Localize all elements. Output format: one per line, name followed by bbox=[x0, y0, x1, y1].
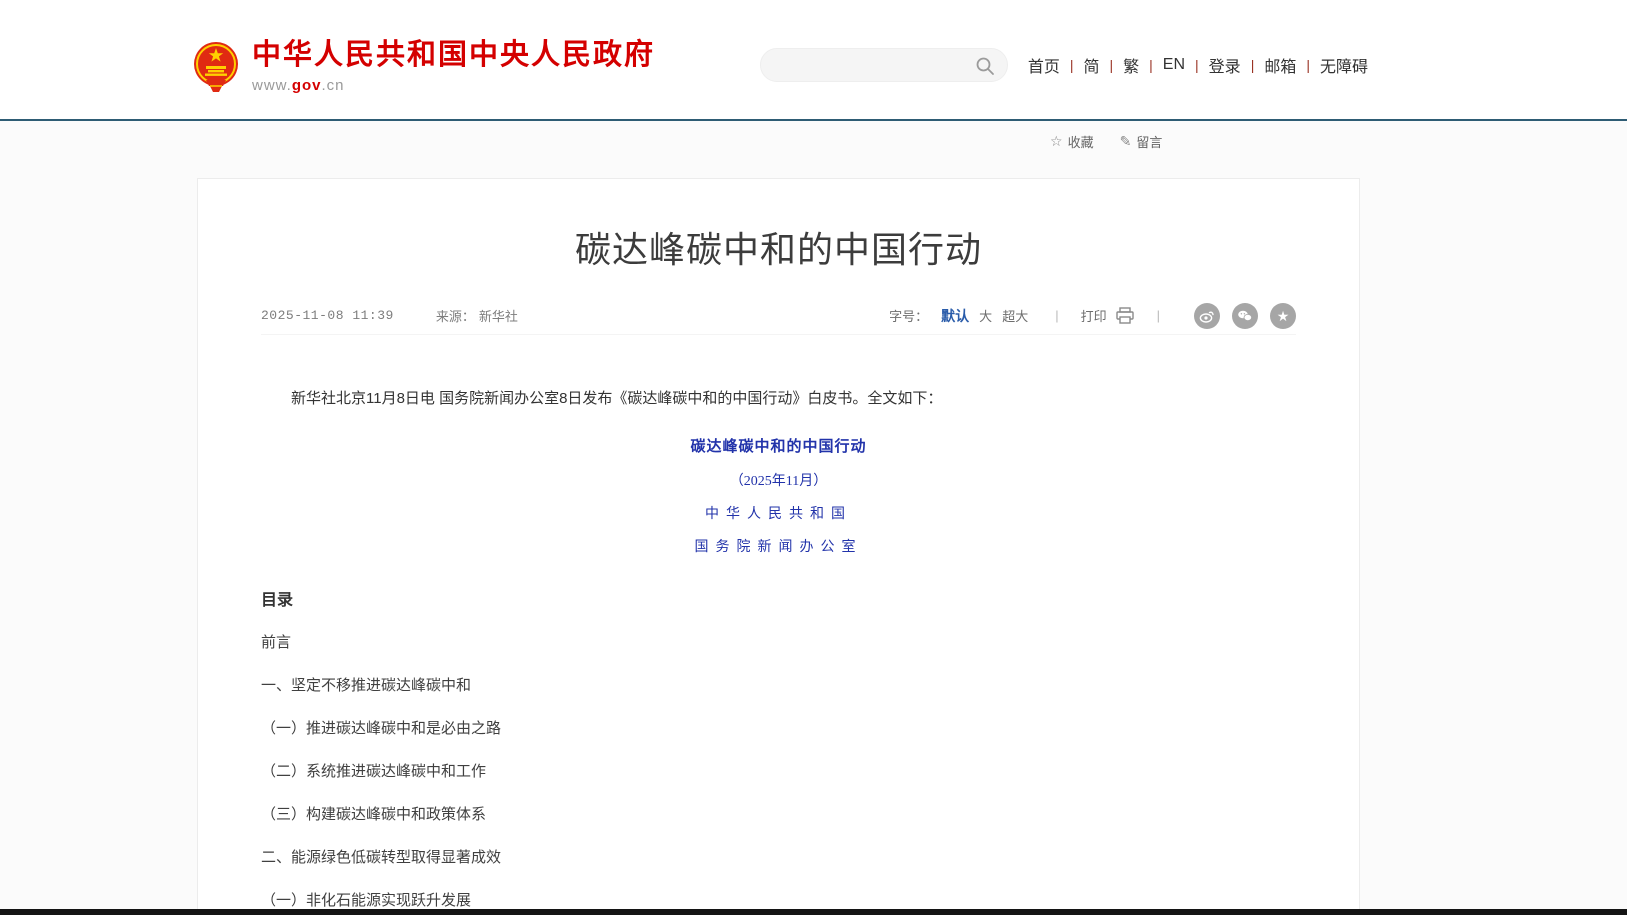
url-prefix: www. bbox=[252, 77, 292, 94]
article-title: 碳达峰碳中和的中国行动 bbox=[198, 221, 1359, 273]
nav-separator: | bbox=[1149, 57, 1153, 73]
favorite-button[interactable]: ☆ 收藏 bbox=[1050, 132, 1094, 151]
nav-separator: | bbox=[1251, 57, 1255, 73]
message-label: 留言 bbox=[1136, 132, 1162, 151]
lead-paragraph: 新华社北京11月8日电 国务院新闻办公室8日发布《碳达峰碳中和的中国行动》白皮书… bbox=[261, 387, 1296, 411]
source-label: 来源： bbox=[436, 306, 475, 325]
font-size-default-button[interactable]: 默认 bbox=[941, 306, 969, 326]
pencil-icon: ✎ bbox=[1120, 133, 1132, 150]
divider: | bbox=[1055, 308, 1058, 323]
toc-item-1-3[interactable]: （三）构建碳达峰碳中和政策体系 bbox=[261, 804, 1296, 826]
article-meta-row: 2025-11-08 11:39 来源： 新华社 字号： 默认 大 超大 | 打… bbox=[261, 309, 1296, 335]
message-button[interactable]: ✎ 留言 bbox=[1120, 132, 1163, 151]
top-nav: 首页 | 简 | 繁 | EN | 登录 | 邮箱 | 无障碍 bbox=[1026, 53, 1370, 77]
print-label: 打印 bbox=[1081, 306, 1107, 325]
weibo-icon bbox=[1199, 308, 1215, 324]
document-heading: 碳达峰碳中和的中国行动 （2025年11月） 中华人民共和国 国务院新闻办公室 bbox=[198, 435, 1359, 556]
nav-home[interactable]: 首页 bbox=[1026, 53, 1062, 77]
header-right: 首页 | 简 | 繁 | EN | 登录 | 邮箱 | 无障碍 bbox=[760, 48, 1370, 82]
document-title: 碳达峰碳中和的中国行动 bbox=[198, 435, 1359, 456]
site-title: 中华人民共和国中央人民政府 bbox=[252, 40, 655, 72]
nav-separator: | bbox=[1306, 57, 1310, 73]
site-header: 中华人民共和国中央人民政府 www.gov.cn 首页 | 简 | 繁 | EN bbox=[0, 0, 1627, 121]
search-input[interactable] bbox=[777, 49, 967, 81]
publish-date: 2025-11-08 11:39 bbox=[261, 308, 394, 323]
search-icon[interactable] bbox=[975, 56, 995, 76]
article-meta-right: 字号： 默认 大 超大 | 打印 | bbox=[889, 303, 1296, 329]
nav-separator: | bbox=[1070, 57, 1074, 73]
font-size-xlarge-button[interactable]: 超大 bbox=[1002, 306, 1028, 325]
table-of-contents: 前言 一、坚定不移推进碳达峰碳中和 （一）推进碳达峰碳中和是必由之路 （二）系统… bbox=[261, 632, 1296, 912]
article-card: 碳达峰碳中和的中国行动 2025-11-08 11:39 来源： 新华社 字号：… bbox=[197, 178, 1360, 915]
favorite-label: 收藏 bbox=[1068, 132, 1094, 151]
toc-item-1[interactable]: 一、坚定不移推进碳达峰碳中和 bbox=[261, 675, 1296, 697]
star-icon: ★ bbox=[1277, 309, 1290, 323]
search-box[interactable] bbox=[760, 48, 1008, 82]
quick-links: ☆ 收藏 ✎ 留言 bbox=[1050, 132, 1188, 151]
brand-text: 中华人民共和国中央人民政府 www.gov.cn bbox=[252, 40, 655, 94]
nav-traditional[interactable]: 繁 bbox=[1121, 53, 1141, 77]
document-org-line2: 国务院新闻办公室 bbox=[198, 536, 1359, 556]
article-meta-left: 2025-11-08 11:39 来源： 新华社 bbox=[261, 306, 518, 325]
font-size-label: 字号： bbox=[889, 306, 928, 325]
nav-separator: | bbox=[1195, 57, 1199, 73]
nav-english[interactable]: EN bbox=[1161, 56, 1187, 74]
star-outline-icon: ☆ bbox=[1050, 133, 1063, 150]
toc-item-1-2[interactable]: （二）系统推进碳达峰碳中和工作 bbox=[261, 761, 1296, 783]
site-url[interactable]: www.gov.cn bbox=[252, 77, 655, 94]
divider: | bbox=[1157, 308, 1160, 323]
document-date: （2025年11月） bbox=[198, 470, 1359, 490]
print-button[interactable]: 打印 bbox=[1081, 306, 1135, 325]
toc-title: 目录 bbox=[261, 586, 1296, 610]
document-org-line1: 中华人民共和国 bbox=[198, 503, 1359, 523]
national-emblem-logo bbox=[192, 40, 240, 98]
toc-item-2[interactable]: 二、能源绿色低碳转型取得显著成效 bbox=[261, 847, 1296, 869]
page: 中华人民共和国中央人民政府 www.gov.cn 首页 | 简 | 繁 | EN bbox=[0, 0, 1627, 915]
url-suffix: .cn bbox=[322, 77, 345, 94]
toc-item-1-1[interactable]: （一）推进碳达峰碳中和是必由之路 bbox=[261, 718, 1296, 740]
url-gov: gov bbox=[292, 77, 322, 94]
wechat-icon bbox=[1237, 308, 1253, 324]
font-size-large-button[interactable]: 大 bbox=[979, 306, 992, 325]
printer-icon bbox=[1115, 307, 1135, 325]
share-wechat-button[interactable] bbox=[1232, 303, 1258, 329]
nav-login[interactable]: 登录 bbox=[1207, 53, 1243, 77]
site-brand[interactable]: 中华人民共和国中央人民政府 www.gov.cn bbox=[192, 40, 655, 98]
toc-item-preface[interactable]: 前言 bbox=[261, 632, 1296, 654]
nav-accessibility[interactable]: 无障碍 bbox=[1318, 53, 1370, 77]
share-icons: ★ bbox=[1182, 303, 1296, 329]
bottom-strip bbox=[0, 909, 1627, 915]
nav-mail[interactable]: 邮箱 bbox=[1262, 53, 1298, 77]
share-qzone-button[interactable]: ★ bbox=[1270, 303, 1296, 329]
source-value[interactable]: 新华社 bbox=[479, 306, 518, 325]
share-weibo-button[interactable] bbox=[1194, 303, 1220, 329]
nav-separator: | bbox=[1110, 57, 1114, 73]
nav-simplified[interactable]: 简 bbox=[1081, 53, 1101, 77]
